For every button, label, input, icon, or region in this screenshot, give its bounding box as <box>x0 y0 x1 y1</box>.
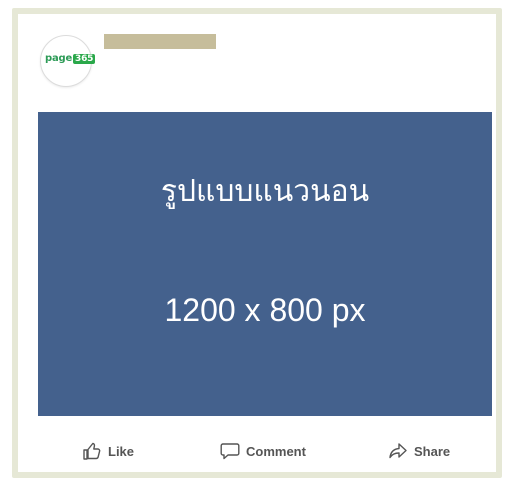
post-image-placeholder[interactable]: รูปแบบแนวนอน 1200 x 800 px <box>38 112 492 416</box>
share-arrow-icon <box>388 442 408 460</box>
logo-number: 365 <box>73 54 96 64</box>
image-title: รูปแบบแนวนอน <box>160 174 370 209</box>
post-frame: page 365 รูปแบบแนวนอน 1200 x 800 px Like … <box>12 8 502 478</box>
image-size: 1200 x 800 px <box>164 292 366 328</box>
post-header: page 365 <box>18 14 496 114</box>
like-button[interactable]: Like <box>82 442 134 460</box>
like-label: Like <box>108 443 135 459</box>
share-button[interactable]: Share <box>388 442 450 460</box>
comment-bubble-icon <box>220 442 240 460</box>
comment-button[interactable]: Comment <box>220 442 306 460</box>
page-name-placeholder[interactable] <box>104 34 216 49</box>
share-label: Share <box>414 443 451 459</box>
comment-label: Comment <box>246 443 306 459</box>
logo-word: page <box>45 53 73 64</box>
page-avatar[interactable]: page 365 <box>40 35 96 87</box>
thumbs-up-icon <box>82 442 102 460</box>
post-action-bar: Like Comment Share <box>38 442 492 472</box>
page365-logo: page 365 <box>45 53 96 64</box>
